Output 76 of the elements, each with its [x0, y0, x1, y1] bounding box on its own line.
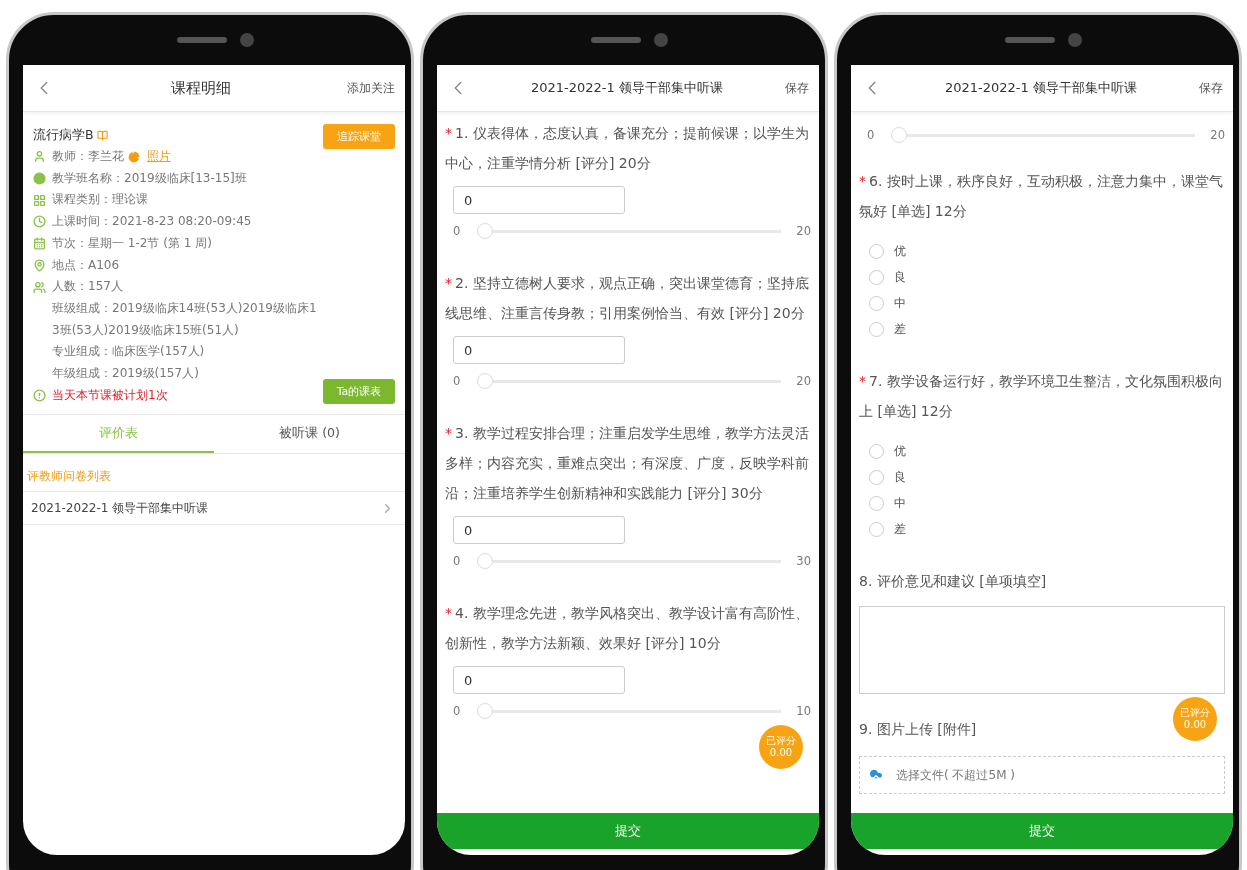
score-input[interactable]: 0	[453, 336, 625, 364]
slider-min-label: 0	[867, 128, 876, 142]
info-text: 地点：A106	[52, 256, 120, 274]
slider-thumb[interactable]	[477, 553, 493, 569]
radio-button[interactable]	[869, 521, 884, 537]
info-text: 课程类别：理论课	[52, 191, 148, 209]
radio-option[interactable]: 差	[869, 316, 1225, 342]
question-text: * 4. 教学理念先进，教学风格突出、教学设计富有高阶性、创新性，教学方法新颖、效果好 [评分] 10分	[445, 604, 810, 653]
slider-min-label: 0	[453, 554, 462, 568]
slider-min-label: 0	[453, 224, 462, 238]
slider-max-label: 10	[795, 704, 811, 718]
radio-button[interactable]	[869, 443, 884, 459]
question-text: 9. 图片上传 [附件]	[859, 720, 977, 739]
question-text: * 2. 坚持立德树人要求，观点正确，突出课堂德育；坚持底线思维、注重言传身教；引用案例恰当、有效 [评分] 20分	[445, 274, 810, 323]
question-text: * 7. 教学设备运行好，教学环境卫生整洁，文化氛围积极向上 [单选] 12分	[859, 372, 1224, 421]
slider-max-label: 20	[795, 224, 811, 238]
person-icon	[33, 150, 46, 164]
alert-icon	[33, 389, 46, 403]
info-text: 上课时间：2021-8-23 08:20-09:45	[52, 213, 252, 231]
info-text: 班级组成：2019级临床14班(53人)2019级临床13班(53人)2019级临床15班(51人)	[52, 299, 318, 339]
slider-thumb[interactable]	[477, 703, 493, 719]
radio-button[interactable]	[869, 269, 884, 285]
location-pin-icon	[33, 258, 46, 272]
info-text: 当天本节课被计划1次	[52, 386, 168, 404]
slider-max-label: 30	[795, 554, 811, 568]
radio-button[interactable]	[869, 321, 884, 337]
radio-button[interactable]	[869, 295, 884, 311]
pie-icon	[128, 150, 140, 163]
question-text: 8. 评价意见和建议 [单项填空]	[859, 572, 1047, 591]
header-action-button[interactable]: 添加关注	[347, 80, 395, 96]
slider-thumb[interactable]	[477, 223, 493, 239]
info-text: 年级组成：2019级(157人)	[52, 365, 199, 383]
slider-max-label: 20	[1209, 128, 1225, 142]
page-title: 课程明细	[170, 78, 232, 98]
radio-option[interactable]: 良	[869, 264, 1225, 290]
info-text: 专业组成：临床医学(157人)	[52, 343, 205, 361]
radio-option[interactable]: 中	[869, 490, 1225, 516]
info-text: 教师：李兰花	[52, 148, 124, 165]
radio-button[interactable]	[869, 243, 884, 259]
comment-textarea[interactable]	[859, 606, 1225, 694]
radio-option[interactable]: 差	[869, 516, 1225, 542]
radio-option[interactable]: 中	[869, 290, 1225, 316]
clock-icon	[33, 215, 46, 229]
slider-max-label: 20	[795, 374, 811, 388]
page-title: 2021-2022-1 领导干部集中听课	[530, 79, 724, 97]
section-label: 评教师问卷列表	[26, 468, 112, 486]
grid-icon	[33, 193, 46, 207]
question-text: * 3. 教学过程安排合理；注重启发学生思维，教学方法灵活多样；内容充实，重难点突出；有深度、广度，反映学科前沿；注重培养学生创新精神和实践能力 [评分] 30分	[445, 424, 810, 503]
question-text: * 6. 按时上课，秩序良好，互动积极，注意力集中，课堂气氛好 [单选] 12分	[859, 172, 1224, 221]
radio-button[interactable]	[869, 495, 884, 511]
slider-thumb[interactable]	[891, 127, 907, 143]
score-badge: 已评分 0.00	[759, 725, 803, 769]
score-input[interactable]: 0	[453, 666, 625, 694]
info-text: 节次：星期一 1-2节 (第 1 周)	[52, 234, 212, 252]
score-badge: 已评分 0.00	[1173, 697, 1217, 741]
info-text: 教学班名称：2019级临床[13-15]班	[52, 169, 247, 187]
file-upload-button[interactable]: 选择文件( 不超过5M )	[859, 756, 1225, 794]
header-action-button[interactable]: 保存	[785, 80, 809, 96]
slider-min-label: 0	[453, 374, 462, 388]
page-title: 2021-2022-1 领导干部集中听课	[944, 79, 1138, 97]
people-icon	[33, 280, 46, 294]
course-name: 流行病学B	[33, 124, 323, 146]
header-action-button[interactable]: 保存	[1199, 80, 1223, 96]
slider-min-label: 0	[453, 704, 462, 718]
questionnaire-list-item[interactable]: 2021-2022-1 领导干部集中听课	[23, 491, 405, 526]
score-input[interactable]: 0	[453, 186, 625, 214]
radio-button[interactable]	[869, 469, 884, 485]
calendar-icon	[33, 237, 46, 251]
radio-option[interactable]: 优	[869, 438, 1225, 464]
score-input[interactable]: 0	[453, 516, 625, 544]
radio-option[interactable]: 优	[869, 238, 1225, 264]
book-icon	[96, 129, 108, 141]
slider-thumb[interactable]	[477, 373, 493, 389]
question-text: * 1. 仪表得体，态度认真，备课充分；提前候课；以学生为中心，注重学情分析 [评分] 20分	[445, 124, 810, 173]
radio-option[interactable]: 良	[869, 464, 1225, 490]
info-text: 人数：157人	[52, 278, 123, 296]
